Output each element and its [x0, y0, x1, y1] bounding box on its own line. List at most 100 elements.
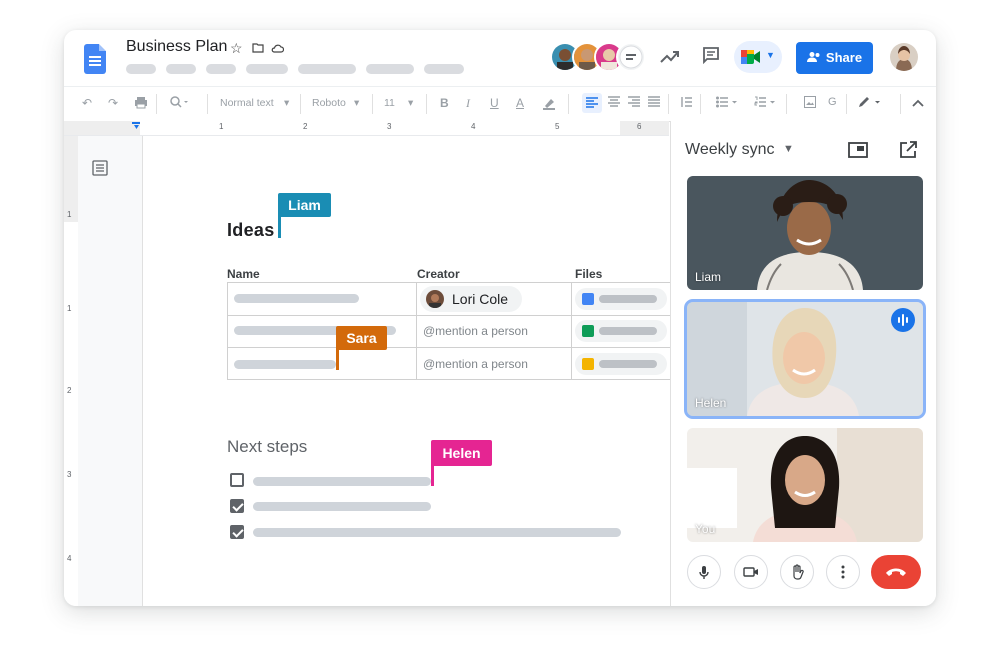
participant-tile-liam[interactable]: Liam — [687, 176, 923, 290]
star-icon[interactable]: ☆ — [230, 40, 246, 56]
ruler-number: 1 — [219, 122, 224, 131]
meet-button[interactable]: ▼ — [734, 41, 782, 73]
menu-placeholder[interactable] — [246, 64, 288, 74]
activity-trend-icon[interactable] — [658, 46, 682, 70]
participant-name: Helen — [695, 396, 727, 410]
mention-placeholder[interactable]: @mention a person — [423, 357, 528, 371]
insert-image-icon[interactable] — [804, 96, 816, 111]
open-in-new-icon[interactable] — [897, 139, 919, 161]
ruler-number: 2 — [303, 122, 308, 131]
menu-bar-placeholder — [126, 64, 464, 74]
move-folder-icon[interactable] — [252, 40, 271, 56]
menu-placeholder[interactable] — [366, 64, 414, 74]
name-placeholder[interactable] — [234, 360, 336, 369]
account-avatar[interactable] — [890, 43, 918, 71]
underline-icon[interactable]: U — [490, 96, 499, 110]
separator — [372, 94, 373, 114]
ruler-number: 2 — [67, 386, 72, 395]
align-left-button[interactable] — [582, 93, 602, 113]
name-placeholder[interactable] — [234, 294, 359, 303]
task-placeholder[interactable] — [253, 502, 431, 511]
justify-icon[interactable] — [648, 96, 660, 111]
editing-mode-icon[interactable] — [858, 96, 882, 111]
menu-placeholder[interactable] — [166, 64, 196, 74]
redo-icon[interactable]: ↷ — [108, 96, 118, 110]
text-color-icon[interactable]: A — [516, 96, 524, 110]
separator — [426, 94, 427, 114]
undo-icon[interactable]: ↶ — [82, 96, 92, 110]
checkbox-checked[interactable] — [230, 525, 244, 539]
meet-side-panel: Weekly sync ▼ Liam Helen You — [670, 121, 936, 606]
meeting-title[interactable]: Weekly sync — [685, 141, 775, 159]
cloud-status-icon[interactable] — [271, 40, 285, 56]
separator — [786, 94, 787, 114]
highlight-icon[interactable] — [542, 96, 556, 113]
menu-placeholder[interactable] — [298, 64, 356, 74]
share-button[interactable]: Share — [796, 42, 873, 74]
ruler-number: 4 — [471, 122, 476, 131]
font-size-dropdown[interactable]: 11 — [384, 97, 395, 109]
zoom-icon[interactable] — [170, 96, 188, 112]
participant-tile-you[interactable]: You — [687, 428, 923, 542]
chevron-down-icon: ▼ — [766, 50, 775, 60]
ruler-ticks — [64, 121, 669, 135]
participant-video — [687, 428, 923, 542]
sara-cursor-flag: Sara — [336, 326, 387, 350]
google-icon[interactable]: G — [828, 96, 837, 108]
collaborator-avatars[interactable] — [550, 42, 646, 72]
menu-placeholder[interactable] — [126, 64, 156, 74]
horizontal-ruler[interactable]: 1 2 3 4 5 6 — [64, 121, 669, 136]
avatar — [426, 290, 444, 308]
bulleted-list-icon[interactable] — [716, 96, 738, 111]
bold-icon[interactable]: B — [440, 96, 449, 110]
numbered-list-icon[interactable] — [754, 96, 776, 111]
align-center-icon[interactable] — [608, 96, 620, 111]
speaking-indicator-icon — [891, 308, 915, 332]
docs-logo-icon[interactable] — [84, 44, 106, 74]
more-options-button[interactable] — [826, 555, 860, 589]
file-chip-slides[interactable] — [575, 353, 667, 375]
ruler-number: 1 — [67, 210, 72, 219]
raise-hand-icon — [793, 564, 804, 580]
line-spacing-icon[interactable] — [680, 96, 692, 111]
next-steps-heading: Next steps — [227, 437, 308, 456]
docs-file-icon — [582, 293, 594, 305]
align-left-icon — [586, 97, 598, 108]
task-placeholder[interactable] — [253, 528, 621, 537]
liam-cursor-flag: Liam — [278, 193, 331, 217]
mention-placeholder[interactable]: @mention a person — [423, 324, 528, 338]
print-icon[interactable] — [134, 96, 148, 112]
doc-title[interactable]: Business Plan — [126, 38, 227, 56]
separator — [207, 94, 208, 114]
file-name-placeholder — [599, 360, 657, 368]
paragraph-style-dropdown[interactable]: Normal text — [220, 97, 274, 109]
participant-tile-helen[interactable]: Helen — [684, 299, 926, 419]
italic-icon[interactable]: I — [466, 96, 470, 111]
menu-placeholder[interactable] — [424, 64, 464, 74]
picture-in-picture-icon[interactable] — [847, 139, 869, 161]
camera-button[interactable] — [734, 555, 768, 589]
more-collaborators-avatar[interactable] — [616, 42, 646, 72]
checkbox-checked[interactable] — [230, 499, 244, 513]
comments-icon[interactable] — [699, 46, 723, 70]
separator — [900, 94, 901, 114]
separator — [568, 94, 569, 114]
file-chip-docs[interactable] — [575, 288, 667, 310]
collapse-toolbar-icon[interactable] — [912, 96, 924, 110]
task-placeholder[interactable] — [253, 477, 431, 486]
vertical-ruler[interactable]: 1 1 2 3 4 — [64, 136, 79, 606]
document-outline-icon[interactable] — [92, 160, 108, 176]
font-dropdown[interactable]: Roboto — [312, 97, 346, 109]
microphone-button[interactable] — [687, 555, 721, 589]
separator — [300, 94, 301, 114]
separator — [700, 94, 701, 114]
add-people-icon — [806, 52, 820, 62]
chevron-down-icon[interactable]: ▼ — [783, 143, 794, 155]
menu-placeholder[interactable] — [206, 64, 236, 74]
raise-hand-button[interactable] — [780, 555, 814, 589]
end-call-button[interactable] — [871, 555, 921, 589]
checkbox[interactable] — [230, 473, 244, 487]
person-chip[interactable]: Lori Cole — [420, 286, 522, 312]
file-chip-sheets[interactable] — [575, 320, 667, 342]
align-right-icon[interactable] — [628, 96, 640, 111]
